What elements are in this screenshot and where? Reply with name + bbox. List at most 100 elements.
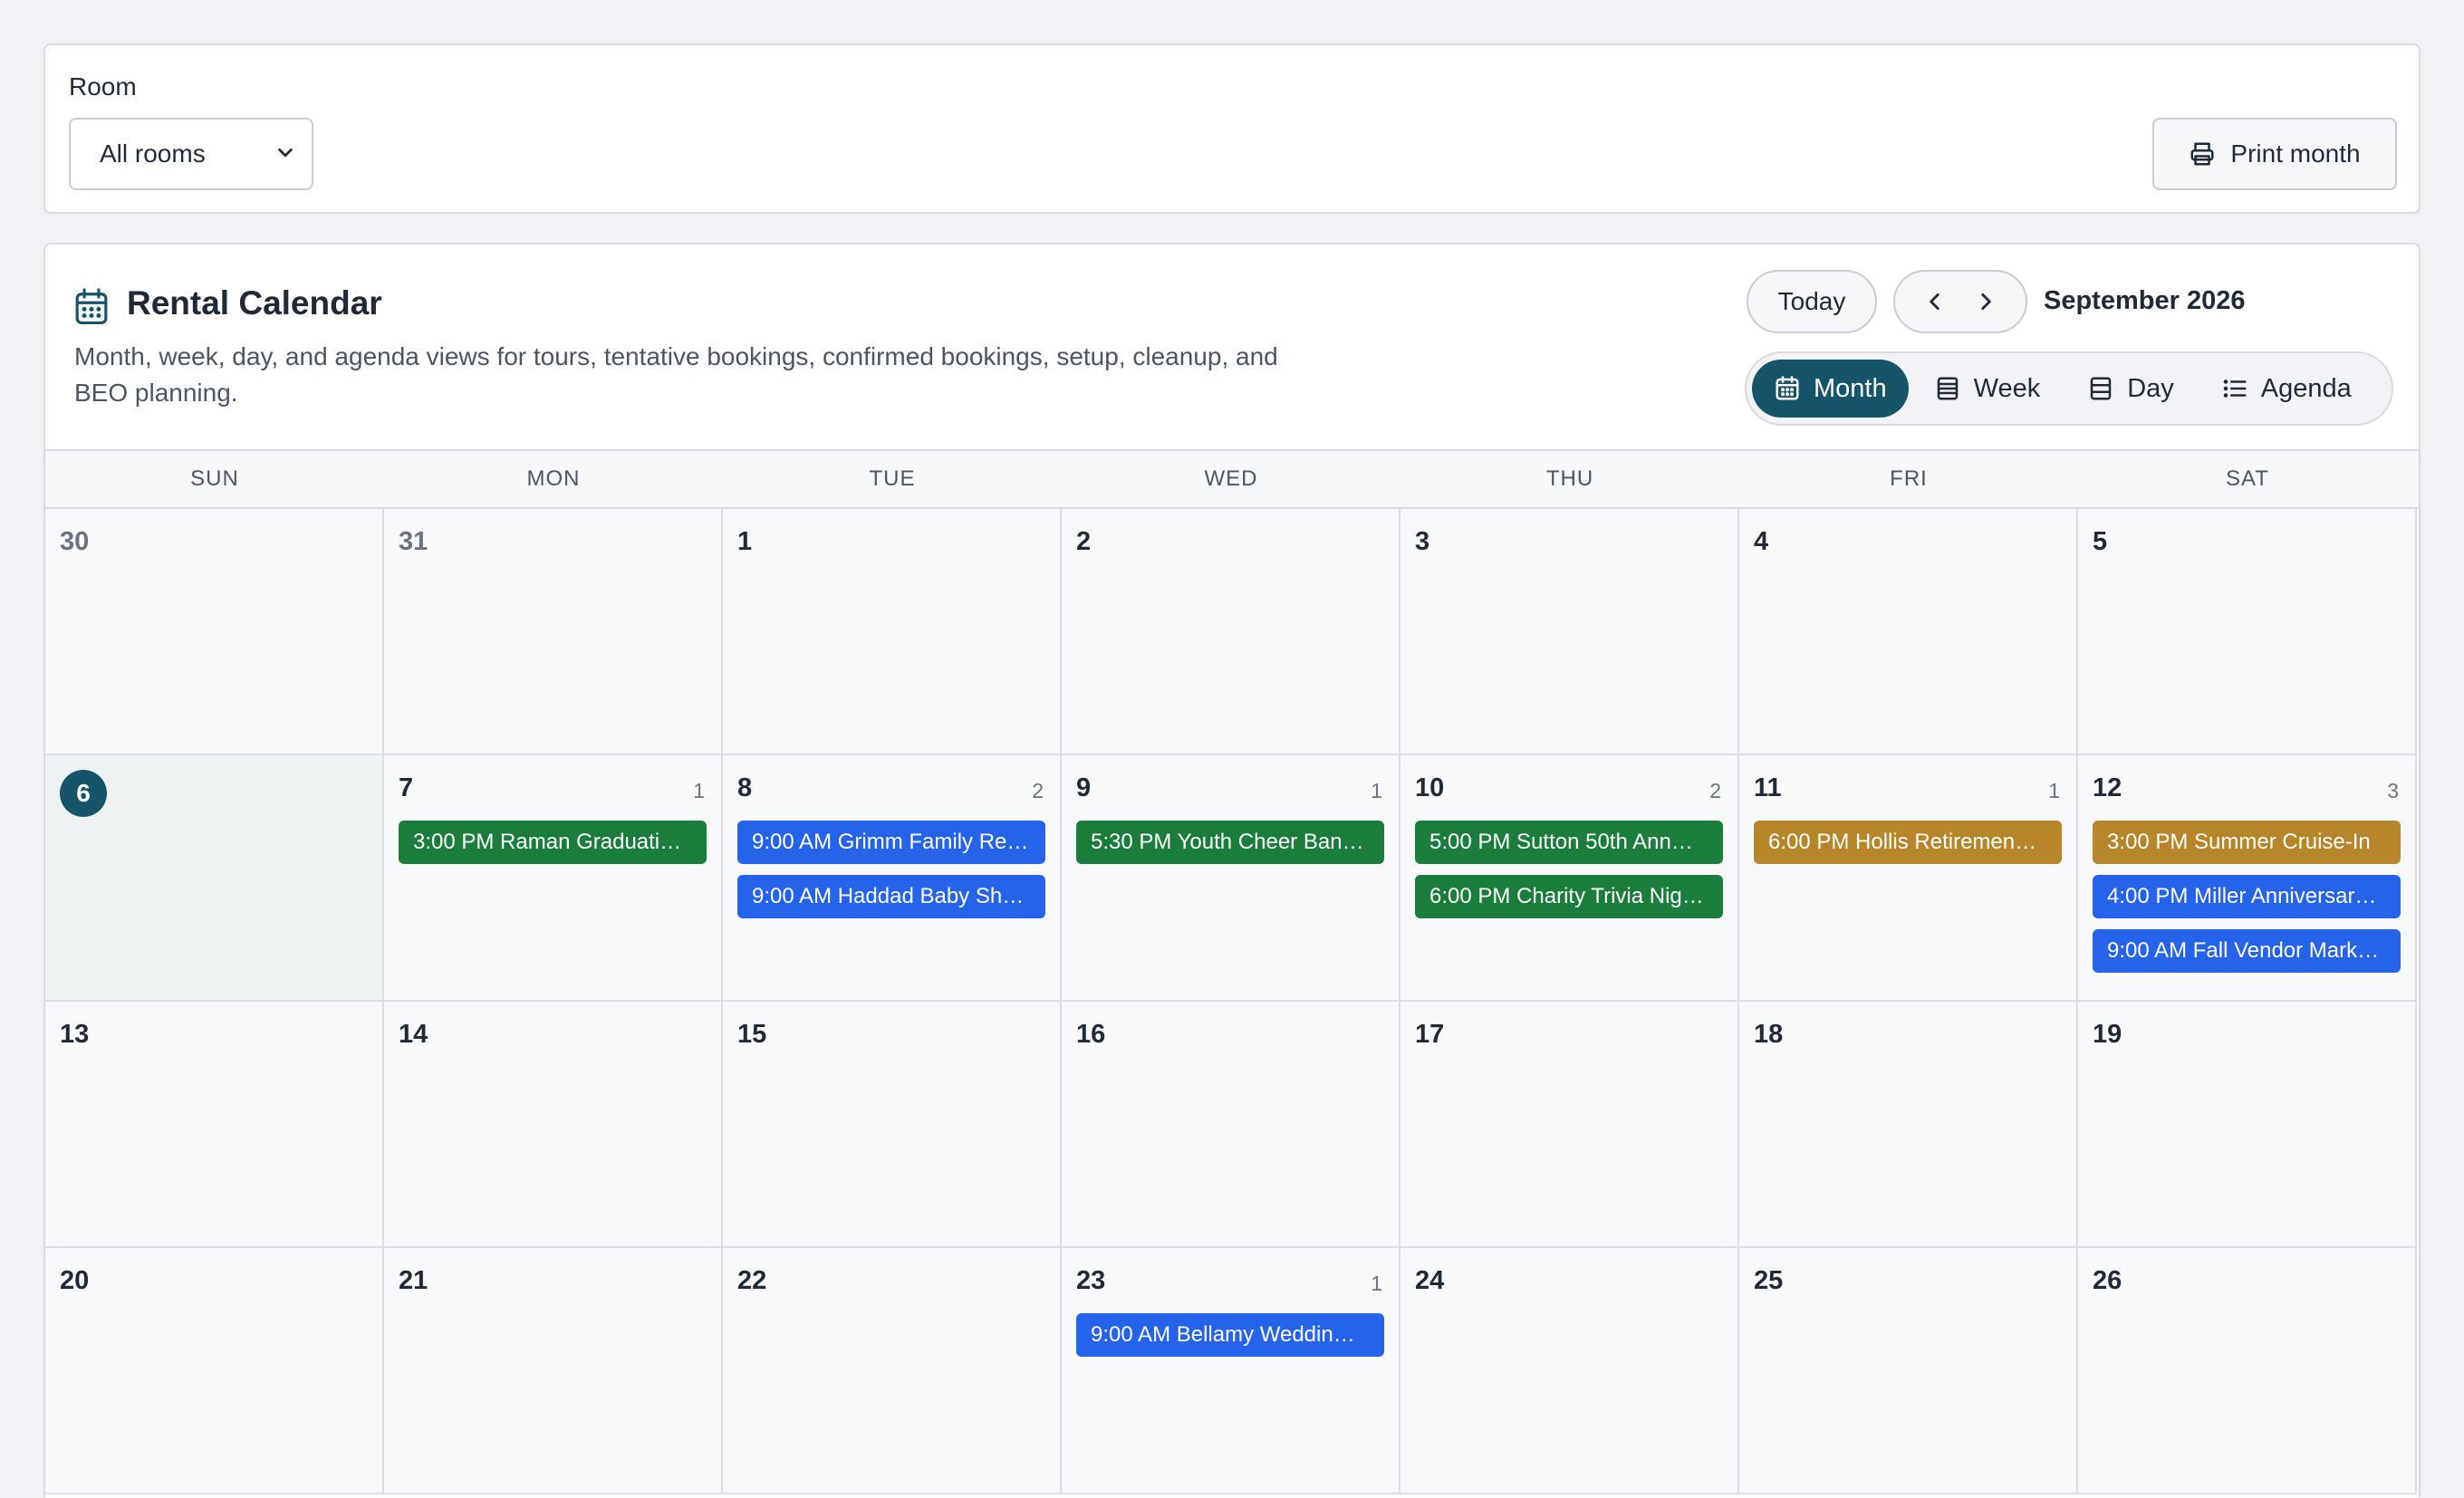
event-list: 3:00 PM Raman Graduati… — [399, 821, 707, 875]
day-number: 17 — [1415, 1020, 1445, 1049]
weekday-label: WED — [1204, 466, 1258, 491]
day-number: 8 — [737, 773, 753, 802]
day-cell[interactable]: 4 — [1739, 509, 2078, 755]
event-list: 3:00 PM Summer Cruise-In 4:00 PM Miller A… — [2093, 821, 2401, 984]
event-chip[interactable]: 4:00 PM Miller Anniversar… — [2093, 875, 2401, 918]
day-cell[interactable]: 9 1 5:30 PM Youth Cheer Ban… — [1062, 755, 1400, 1002]
day-cell[interactable]: 22 — [723, 1248, 1062, 1494]
weekday-label: MON — [526, 466, 581, 491]
day-number: 23 — [1076, 1266, 1106, 1295]
day-cell[interactable]: 12 3 3:00 PM Summer Cruise-In 4:00 PM Mille… — [2078, 755, 2417, 1002]
day-number: 2 — [1076, 527, 1092, 556]
day-number: 18 — [1754, 1020, 1784, 1049]
event-list: 6:00 PM Hollis Retiremen… — [1754, 821, 2062, 875]
day-number: 10 — [1415, 773, 1445, 802]
day-number: 4 — [1754, 527, 1769, 556]
printer-icon — [2189, 140, 2216, 168]
day-cell[interactable]: 21 — [384, 1248, 723, 1494]
event-list: 5:00 PM Sutton 50th Ann… 6:00 PM Charity … — [1415, 821, 1723, 929]
day-cell[interactable]: 16 — [1062, 1002, 1400, 1248]
day-number: 9 — [1076, 773, 1092, 802]
page-title: Rental Calendar — [127, 284, 382, 322]
day-cell[interactable]: 2 — [1062, 509, 1400, 755]
event-count: 1 — [1371, 779, 1382, 802]
event-count: 1 — [2048, 779, 2060, 802]
day-number: 22 — [737, 1266, 767, 1295]
day-cell[interactable]: 14 — [384, 1002, 723, 1248]
day-cell[interactable]: 1 — [723, 509, 1062, 755]
day-cell[interactable]: 8 2 9:00 AM Grimm Family Re… 9:00 AM Haddad… — [723, 755, 1062, 1002]
event-chip[interactable]: 5:00 PM Sutton 50th Ann… — [1415, 821, 1723, 864]
day-cell[interactable]: 3 — [1400, 509, 1739, 755]
day-icon — [2087, 375, 2114, 402]
event-chip[interactable]: 6:00 PM Hollis Retiremen… — [1754, 821, 2062, 864]
day-number: 21 — [399, 1266, 428, 1295]
day-number: 19 — [2093, 1020, 2122, 1049]
room-select[interactable]: All rooms — [69, 118, 313, 190]
day-number: 31 — [399, 527, 428, 556]
list-icon — [2221, 375, 2248, 402]
page-description: Month, week, day, and agenda views for t… — [74, 342, 1278, 407]
day-cell[interactable]: 17 — [1400, 1002, 1739, 1248]
tab-agenda[interactable]: Agenda — [2199, 360, 2373, 418]
print-month-button[interactable]: Print month — [2152, 118, 2397, 190]
day-cell[interactable]: 15 — [723, 1002, 1062, 1248]
day-cell[interactable]: 20 — [45, 1248, 384, 1494]
month-grid: 30 31 1 2 3 4 5 6 7 1 3:00 PM Raman Graduati… 8 2 9:0… — [45, 509, 2419, 1494]
event-list: 5:30 PM Youth Cheer Ban… — [1076, 821, 1384, 875]
event-chip[interactable]: 9:00 AM Fall Vendor Mark… — [2093, 929, 2401, 973]
tab-month[interactable]: Month — [1752, 360, 1909, 418]
day-cell[interactable]: 25 — [1739, 1248, 2078, 1494]
tab-week[interactable]: Week — [1912, 360, 2063, 418]
chevron-right-icon[interactable] — [1964, 280, 2007, 323]
day-number: 30 — [60, 527, 90, 556]
event-chip[interactable]: 6:00 PM Charity Trivia Nig… — [1415, 875, 1723, 918]
day-cell[interactable]: 23 1 9:00 AM Bellamy Weddin… — [1062, 1248, 1400, 1494]
today-button[interactable]: Today — [1747, 270, 1877, 333]
day-number: 24 — [1415, 1266, 1445, 1295]
filter-panel: Room All rooms Print month — [43, 43, 2421, 214]
chevron-down-icon — [275, 143, 295, 163]
view-switcher: Month Week Day Agenda — [1745, 351, 2393, 426]
week-icon — [1934, 375, 1961, 402]
calendar-panel: Rental Calendar Month, week, day, and ag… — [43, 243, 2421, 1498]
weekday-header-row: SUN MON TUE WED THU FRI SAT — [45, 449, 2419, 509]
event-chip[interactable]: 9:00 AM Grimm Family Re… — [737, 821, 1045, 864]
tab-week-label: Week — [1973, 373, 2041, 403]
event-count: 2 — [1032, 779, 1044, 802]
event-chip[interactable]: 3:00 PM Summer Cruise-In — [2093, 821, 2401, 864]
room-filter-label: Room — [69, 72, 137, 101]
day-cell[interactable]: 24 — [1400, 1248, 1739, 1494]
event-list: 9:00 AM Bellamy Weddin… — [1076, 1313, 1384, 1368]
weekday-label: TUE — [869, 466, 916, 491]
event-chip[interactable]: 9:00 AM Haddad Baby Sh… — [737, 875, 1045, 918]
weekday-label: THU — [1545, 466, 1594, 491]
day-cell[interactable]: 30 — [45, 509, 384, 755]
day-number: 20 — [60, 1266, 90, 1295]
day-cell[interactable]: 6 — [45, 755, 384, 1002]
event-chip[interactable]: 5:30 PM Youth Cheer Ban… — [1076, 821, 1384, 864]
event-list: 9:00 AM Grimm Family Re… 9:00 AM Haddad B… — [737, 821, 1045, 929]
tab-day[interactable]: Day — [2065, 360, 2196, 418]
month-nav — [1893, 270, 2027, 333]
day-cell[interactable]: 18 — [1739, 1002, 2078, 1248]
day-cell[interactable]: 31 — [384, 509, 723, 755]
day-cell[interactable]: 10 2 5:00 PM Sutton 50th Ann… 6:00 PM Chari… — [1400, 755, 1739, 1002]
day-cell[interactable]: 11 1 6:00 PM Hollis Retiremen… — [1739, 755, 2078, 1002]
day-number: 7 — [399, 773, 414, 802]
day-cell[interactable]: 13 — [45, 1002, 384, 1248]
weekday-label: SAT — [2226, 466, 2269, 491]
day-cell[interactable]: 26 — [2078, 1248, 2417, 1494]
day-cell[interactable]: 5 — [2078, 509, 2417, 755]
event-chip[interactable]: 9:00 AM Bellamy Weddin… — [1076, 1313, 1384, 1357]
event-count: 2 — [1709, 779, 1721, 802]
room-select-value: All rooms — [100, 139, 206, 168]
event-chip[interactable]: 3:00 PM Raman Graduati… — [399, 821, 707, 864]
day-number: 13 — [60, 1020, 90, 1049]
day-cell[interactable]: 7 1 3:00 PM Raman Graduati… — [384, 755, 723, 1002]
calendar-header: Rental Calendar Month, week, day, and ag… — [45, 245, 2419, 449]
chevron-left-icon[interactable] — [1913, 280, 1957, 323]
day-number: 11 — [1754, 773, 1782, 802]
day-number: 25 — [1754, 1266, 1784, 1295]
day-cell[interactable]: 19 — [2078, 1002, 2417, 1248]
